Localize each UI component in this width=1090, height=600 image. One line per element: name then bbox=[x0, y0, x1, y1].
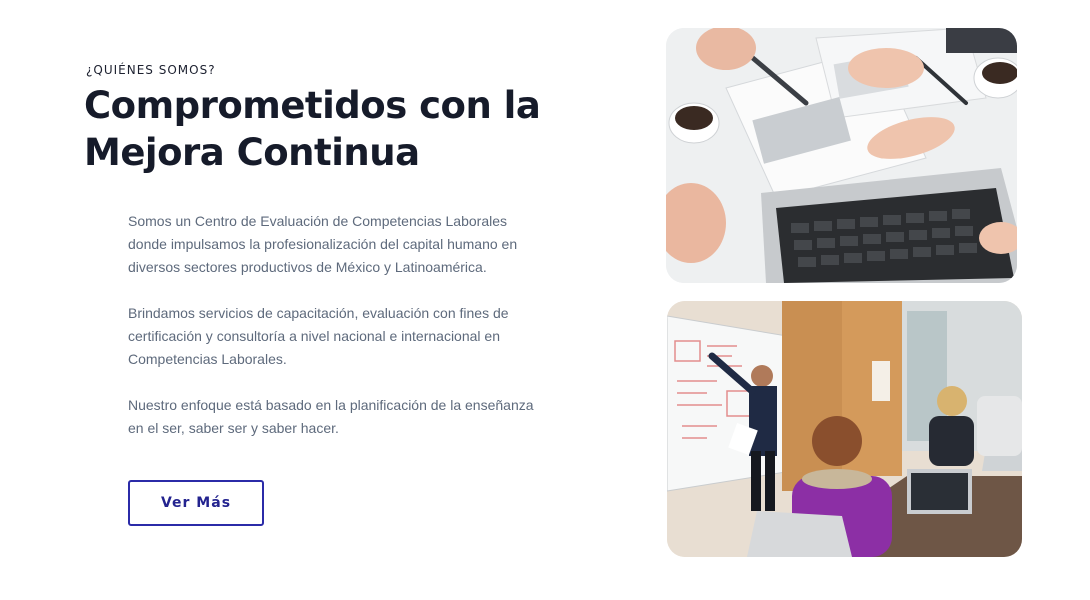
section-title: Comprometidos con la Mejora Continua bbox=[84, 82, 604, 176]
meeting-table-photo bbox=[666, 28, 1017, 283]
whiteboard-meeting-photo bbox=[667, 301, 1022, 557]
paragraph-services: Brindamos servicios de capacitación, eva… bbox=[128, 305, 509, 367]
ver-mas-button[interactable]: Ver Más bbox=[128, 480, 264, 526]
title-line-1: Comprometidos con la bbox=[84, 84, 541, 127]
paragraph-intro: Somos un Centro de Evaluación de Compete… bbox=[128, 213, 518, 275]
section-eyebrow: ¿QUIÉNES SOMOS? bbox=[86, 63, 216, 77]
paragraph-approach: Nuestro enfoque está basado en la planif… bbox=[128, 397, 534, 436]
title-line-2: Mejora Continua bbox=[84, 131, 420, 174]
meeting-table-illustration bbox=[666, 28, 1017, 283]
whiteboard-meeting-illustration bbox=[667, 301, 1022, 557]
